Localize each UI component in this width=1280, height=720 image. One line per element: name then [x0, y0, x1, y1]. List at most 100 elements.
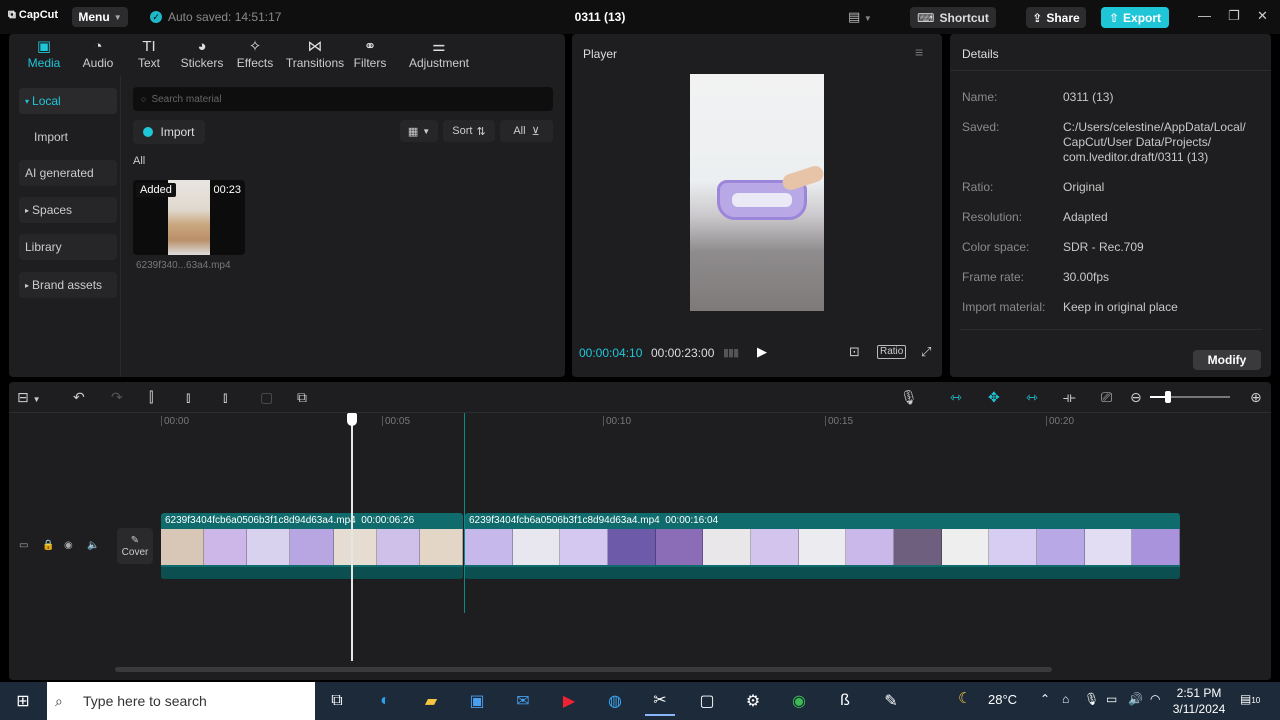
play-icon[interactable]: ▶ — [757, 344, 767, 360]
volume-icon[interactable]: 🔊 — [1128, 692, 1143, 706]
sidebar-item-ai-generated[interactable]: AI generated — [19, 160, 117, 186]
network-device-icon[interactable]: ⌂ — [1062, 692, 1069, 706]
capcut-taskbar-icon[interactable]: ✂ — [645, 686, 675, 716]
cover-button[interactable]: ✎ Cover — [117, 528, 153, 564]
image-edit-icon[interactable]: ⧉ — [297, 389, 307, 406]
horizontal-scrollbar[interactable] — [115, 667, 1052, 672]
clock[interactable]: 2:51 PM 3/11/2024 — [1168, 685, 1230, 717]
tab-stickers[interactable]: ◕ Stickers — [175, 34, 229, 74]
tab-audio[interactable]: ◔ Audio — [72, 34, 124, 74]
sidebar-item-library[interactable]: Library — [19, 234, 117, 260]
sidebar-item-local[interactable]: ▾ Local — [19, 88, 117, 114]
undo-icon[interactable]: ↶ — [73, 389, 85, 406]
microsoft-store-icon[interactable]: ▣ — [462, 686, 492, 716]
detail-key: Frame rate: — [962, 270, 1025, 284]
notes-app-icon[interactable]: ✎ — [876, 686, 906, 716]
clip-duration: 00:00:06:26 — [361, 515, 415, 526]
trim-left-icon[interactable]: ⫾ — [186, 389, 190, 406]
battery-icon[interactable]: ▭ — [1106, 692, 1117, 706]
shortcut-button[interactable]: ⌨ Shortcut — [910, 7, 996, 28]
wifi-icon[interactable]: ◠ — [1150, 692, 1160, 706]
lock-icon[interactable]: 🔒 — [42, 540, 54, 551]
video-clip-2[interactable]: 6239f3404fcb6a0506b3f1c8d94d63a4.mp4 00:… — [465, 513, 1180, 579]
weather-temp[interactable]: 28°C — [988, 692, 1017, 707]
settings-gear-icon[interactable]: ⚙ — [738, 686, 768, 716]
mail-icon[interactable]: ✉ — [508, 686, 538, 716]
tab-filters[interactable]: ⚭ Filters — [347, 34, 393, 74]
ratio-button[interactable]: Ratio — [877, 345, 907, 359]
youtube-icon[interactable]: ▶ — [554, 686, 584, 716]
notification-icon[interactable]: ▤10 — [1240, 692, 1260, 706]
track-visibility-icon[interactable]: ▭ — [19, 540, 28, 551]
chrome-icon[interactable]: ◉ — [784, 686, 814, 716]
zoom-slider-handle[interactable] — [1165, 391, 1171, 403]
modify-button[interactable]: Modify — [1193, 350, 1261, 370]
playhead-handle[interactable] — [347, 413, 357, 426]
fullscreen-icon[interactable]: ⤢ — [921, 344, 931, 360]
taskbar-search[interactable]: Type here to search — [47, 682, 315, 720]
tab-media[interactable]: ▣ Media — [19, 34, 69, 74]
sort-button[interactable]: Sort ⇅ — [443, 120, 495, 142]
detail-key: Resolution: — [962, 210, 1023, 224]
capcut-logo: ⧉ CapCut — [8, 9, 58, 22]
sidebar-caret-icon: ▾ — [25, 96, 30, 106]
microphone-icon[interactable]: 🎙 — [900, 389, 918, 406]
clip-frame — [376, 529, 420, 565]
maximize-icon[interactable]: ❐ — [1228, 8, 1240, 24]
sidebar-item-brand-assets[interactable]: ▸ Brand assets — [19, 272, 117, 298]
zoom-out-icon[interactable]: ⊖ — [1130, 389, 1142, 406]
split-icon[interactable]: ⫿ — [149, 389, 153, 406]
tab-effects[interactable]: ✧ Effects — [231, 34, 279, 74]
clip-frame — [751, 529, 799, 565]
video-clip-1[interactable]: 6239f3404fcb6a0506b3f1c8d94d63a4.mp4 00:… — [161, 513, 463, 579]
menu-button[interactable]: Menu ▼ — [72, 7, 128, 27]
search-input[interactable]: ○ Search material — [133, 87, 553, 111]
delete-icon[interactable]: ▢ — [260, 389, 273, 406]
task-view-icon[interactable]: ⧉ — [322, 686, 352, 716]
file-explorer-icon[interactable]: ▰ — [416, 686, 446, 716]
hamburger-menu-icon[interactable]: ≡ — [915, 44, 923, 60]
close-icon[interactable]: ✕ — [1257, 8, 1268, 24]
camera-app-icon[interactable]: ▢ — [692, 686, 722, 716]
tray-chevron-icon[interactable]: ⌃ — [1040, 692, 1050, 706]
import-button[interactable]: Import — [133, 120, 205, 144]
sidebar-item-spaces[interactable]: ▸ Spaces — [19, 197, 117, 223]
filters-icon: ⚭ — [363, 37, 377, 55]
trim-right-icon[interactable]: ⫾ — [223, 389, 227, 406]
sidebar-item-import[interactable]: Import — [19, 124, 117, 150]
redo-icon[interactable]: ↷ — [111, 389, 123, 406]
timeline-settings-icon[interactable]: ⎚ — [1101, 389, 1112, 406]
microphone-tray-icon[interactable]: 🎙 — [1084, 692, 1099, 706]
transitions-icon: ⋈ — [307, 37, 323, 55]
playhead-line[interactable] — [351, 413, 353, 661]
app-icon[interactable]: ◍ — [600, 686, 630, 716]
edge-browser-icon[interactable]: ◐ — [370, 686, 400, 716]
tab-text[interactable]: TI Text — [127, 34, 171, 74]
filter-button[interactable]: All ⊻ — [500, 120, 553, 142]
main-track-magnet-icon[interactable]: ✥ — [988, 389, 1000, 406]
share-icon: ⇪ — [1032, 10, 1043, 25]
auto-snap-icon[interactable]: ⇿ — [950, 389, 962, 406]
tab-adjustment[interactable]: ⚌ Adjustment — [398, 34, 480, 74]
player-title: Player — [583, 47, 618, 61]
clip-frame — [560, 529, 609, 565]
fit-screen-icon[interactable]: ⊡ — [849, 344, 860, 360]
linkage-icon[interactable]: ⇿ — [1026, 389, 1038, 406]
view-mode-button[interactable]: ▦ ▼ — [400, 120, 438, 142]
layout-select-icon[interactable]: ⊟ ▼ — [17, 389, 41, 406]
minimize-icon[interactable]: — — [1198, 8, 1211, 23]
layout-icon[interactable]: ▤ ▼ — [848, 9, 872, 25]
media-sidebar: ▾ Local Import AI generated ▸ Spaces Library ▸ B… — [9, 76, 121, 377]
preview-axis-icon[interactable]: ⟛ — [1063, 389, 1076, 406]
weather-icon[interactable]: ☾ — [958, 689, 971, 707]
export-button[interactable]: ⇧ Export — [1101, 7, 1169, 28]
eye-icon[interactable]: ◉ — [64, 540, 73, 551]
app-icon-b[interactable]: ß — [830, 686, 860, 716]
tab-label: Media — [27, 55, 61, 70]
speaker-icon[interactable]: 🔈 — [87, 540, 99, 551]
zoom-in-icon[interactable]: ⊕ — [1250, 389, 1262, 406]
tab-transitions[interactable]: ⋈ Transitions — [279, 34, 351, 74]
windows-start-icon[interactable]: ⊞ — [8, 686, 38, 716]
share-button[interactable]: ⇪ Share — [1026, 7, 1086, 28]
media-item[interactable]: Added 00:23 — [133, 180, 245, 255]
